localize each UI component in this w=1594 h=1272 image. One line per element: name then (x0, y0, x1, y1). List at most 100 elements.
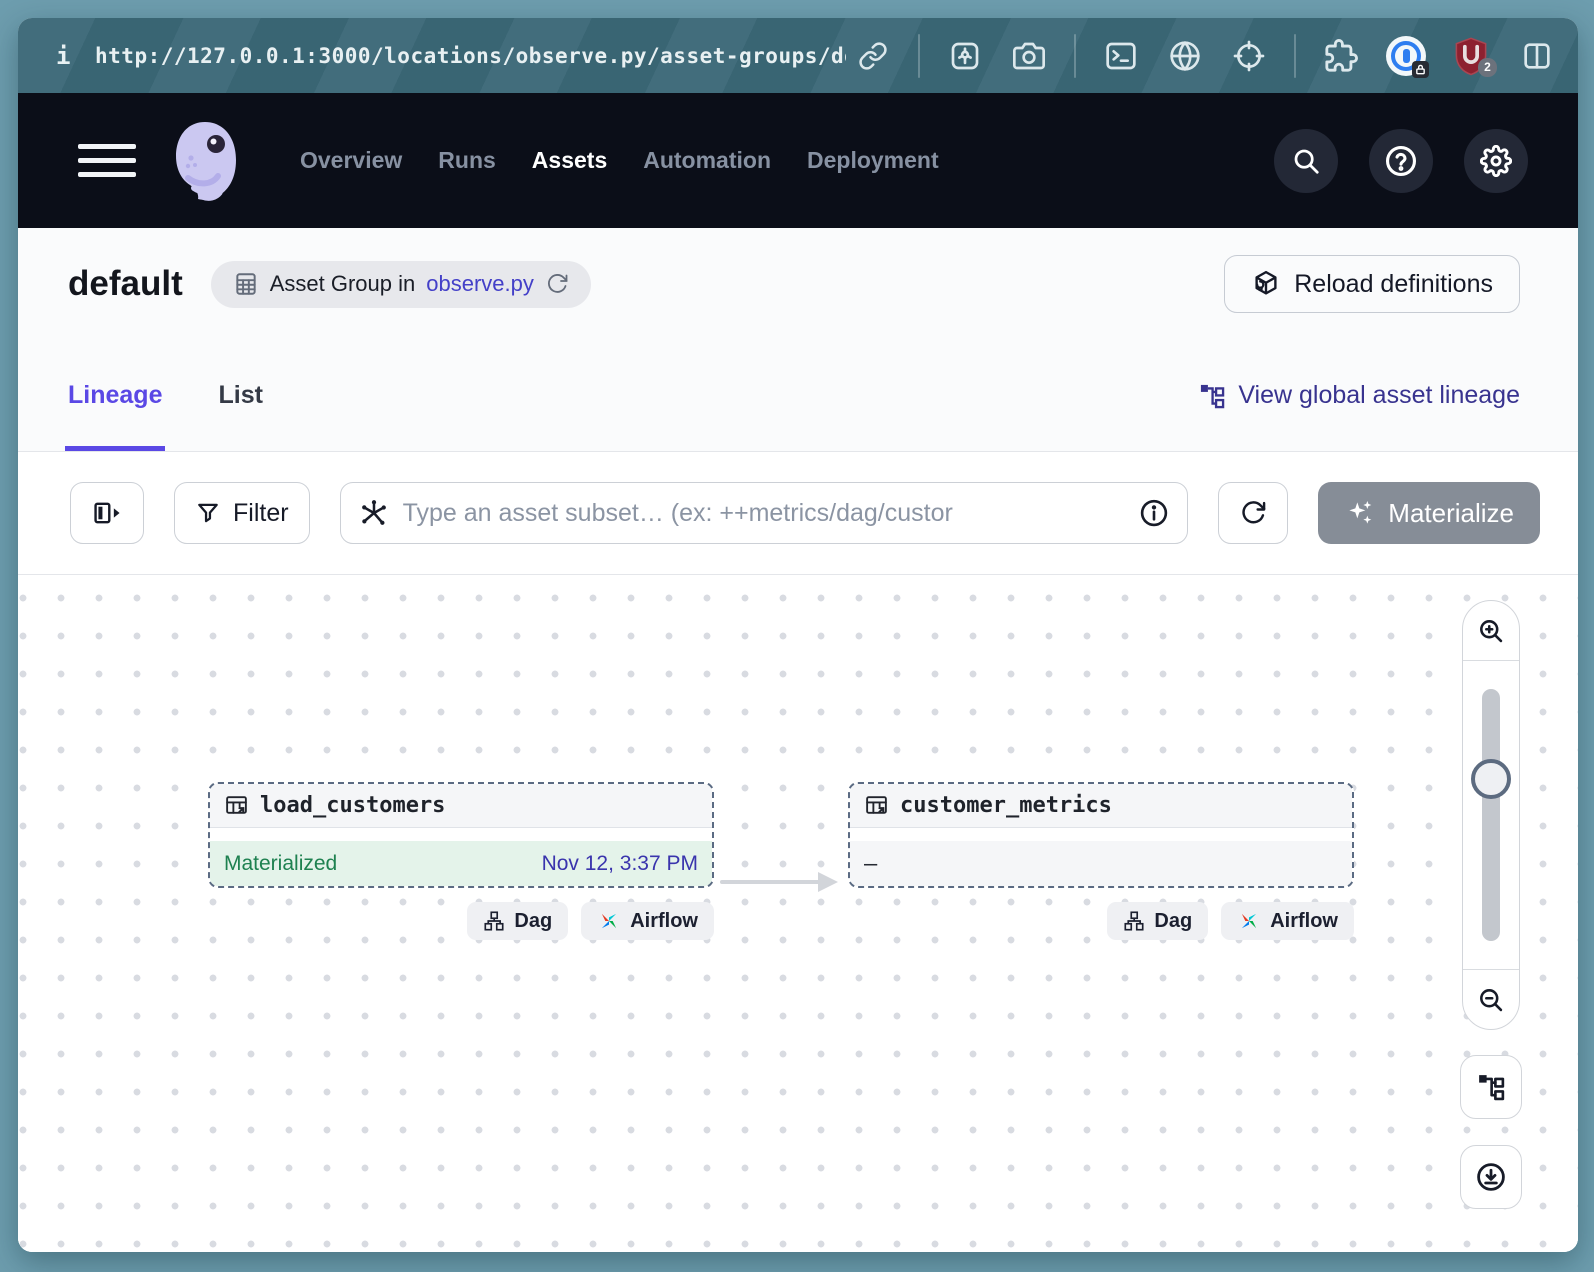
asset-name: customer_metrics (900, 793, 1112, 818)
nav-item-runs[interactable]: Runs (438, 147, 496, 174)
help-button[interactable] (1369, 129, 1433, 193)
view-global-lineage-label: View global asset lineage (1238, 381, 1520, 410)
dagster-logo[interactable] (164, 118, 246, 204)
tag-dag[interactable]: Dag (1107, 902, 1208, 940)
reload-definitions-button[interactable]: Reload definitions (1224, 255, 1520, 313)
search-button[interactable] (1274, 129, 1338, 193)
asset-node-header: customer_metrics (850, 784, 1352, 828)
asset-tags-customer-metrics: Dag Airflow (848, 902, 1354, 940)
sparkles-icon (1344, 497, 1376, 529)
hamburger-icon[interactable] (78, 144, 136, 177)
info-circle-icon[interactable] (1139, 498, 1169, 528)
tag-airflow[interactable]: Airflow (1221, 902, 1354, 940)
zoom-out-button[interactable] (1463, 969, 1519, 1029)
camera-icon[interactable] (1010, 37, 1048, 75)
zoom-slider-knob[interactable] (1471, 759, 1511, 799)
status-timestamp[interactable]: Nov 12, 3:37 PM (542, 852, 698, 876)
filter-button[interactable]: Filter (174, 482, 310, 544)
materialize-label: Materialize (1388, 498, 1514, 529)
tag-airflow-label: Airflow (1270, 910, 1338, 933)
fit-graph-button[interactable] (1460, 1055, 1522, 1119)
tag-dag-label: Dag (1154, 910, 1192, 933)
lock-badge-icon (1412, 61, 1429, 78)
materialize-button[interactable]: Materialize (1318, 482, 1540, 544)
toolbar-divider (1074, 34, 1076, 78)
asset-node-body (210, 828, 712, 841)
asset-group-icon (233, 271, 259, 297)
link-icon[interactable] (854, 37, 892, 75)
lineage-canvas[interactable]: load_customers Materialized Nov 12, 3:37… (18, 575, 1578, 1252)
asset-group-badge: Asset Group in observe.py (211, 261, 591, 308)
asset-subset-search (340, 482, 1189, 544)
download-icon (1475, 1161, 1507, 1193)
asset-table-icon (864, 793, 889, 818)
page-title: default (68, 264, 183, 304)
asset-node-load-customers[interactable]: load_customers Materialized Nov 12, 3:37… (208, 782, 714, 888)
split-view-icon[interactable] (1518, 37, 1556, 75)
lineage-icon (1476, 1072, 1506, 1102)
info-icon[interactable]: i (56, 42, 95, 70)
asset-node-header: load_customers (210, 784, 712, 828)
asset-node-customer-metrics[interactable]: customer_metrics – (848, 782, 1354, 888)
download-button[interactable] (1460, 1145, 1522, 1209)
lineage-icon (1198, 382, 1226, 410)
zoom-out-icon (1477, 986, 1505, 1014)
shield-badge-count: 2 (1478, 58, 1497, 77)
asset-graph-icon (359, 498, 389, 528)
puzzle-icon[interactable] (1322, 37, 1360, 75)
tabs-row: Lineage List View global asset lineage (18, 340, 1578, 452)
zoom-panel (1462, 600, 1520, 1030)
refresh-graph-button[interactable] (1218, 482, 1288, 544)
expand-panel-button[interactable] (70, 482, 144, 544)
shield-icon[interactable]: 2 (1452, 36, 1492, 76)
nav-item-overview[interactable]: Overview (300, 147, 402, 174)
nav-item-assets[interactable]: Assets (532, 147, 607, 174)
nav-items: Overview Runs Assets Automation Deployme… (300, 147, 939, 174)
password-manager-icon[interactable] (1386, 36, 1426, 76)
page-header: default Asset Group in observe.py Reload… (18, 228, 1578, 340)
toolbar-divider (1294, 34, 1296, 78)
asset-group-file-link[interactable]: observe.py (426, 271, 534, 297)
view-global-lineage-link[interactable]: View global asset lineage (1198, 381, 1520, 410)
extension-flower-icon[interactable] (946, 37, 984, 75)
tag-airflow[interactable]: Airflow (581, 902, 714, 940)
crosshair-icon[interactable] (1230, 37, 1268, 75)
toolbar-divider (918, 34, 920, 78)
filter-label: Filter (233, 499, 289, 528)
tab-lineage[interactable]: Lineage (68, 340, 162, 451)
asset-status-row: Materialized Nov 12, 3:37 PM (210, 841, 712, 887)
tag-airflow-label: Airflow (630, 910, 698, 933)
airflow-icon (597, 909, 621, 933)
refresh-icon (1239, 499, 1267, 527)
asset-table-icon (224, 793, 249, 818)
terminal-icon[interactable] (1102, 37, 1140, 75)
app-navbar: Overview Runs Assets Automation Deployme… (18, 93, 1578, 228)
asset-name: load_customers (260, 793, 445, 818)
zoom-in-icon (1477, 617, 1505, 645)
globe-icon[interactable] (1166, 37, 1204, 75)
dag-icon (483, 910, 505, 932)
gear-icon (1480, 145, 1512, 177)
filter-funnel-icon (195, 500, 221, 526)
browser-toolbar: i http://127.0.0.1:3000/locations/observ… (18, 18, 1578, 93)
tab-list[interactable]: List (218, 340, 262, 451)
search-input[interactable] (403, 499, 1126, 528)
settings-button[interactable] (1464, 129, 1528, 193)
zoom-slider[interactable] (1463, 661, 1519, 969)
asset-status-row: – (850, 841, 1352, 887)
url-text[interactable]: http://127.0.0.1:3000/locations/observe.… (95, 44, 846, 68)
zoom-in-button[interactable] (1463, 601, 1519, 661)
dag-icon (1123, 910, 1145, 932)
status-materialized: Materialized (224, 852, 337, 876)
nav-item-deployment[interactable]: Deployment (807, 147, 939, 174)
nav-item-automation[interactable]: Automation (643, 147, 771, 174)
reload-definitions-label: Reload definitions (1294, 270, 1493, 299)
airflow-icon (1237, 909, 1261, 933)
search-icon (1291, 146, 1321, 176)
password-slot (1403, 49, 1410, 63)
asset-node-body (850, 828, 1352, 841)
tag-dag[interactable]: Dag (467, 902, 568, 940)
zoom-slider-track[interactable] (1482, 689, 1500, 941)
refresh-small-icon[interactable] (545, 272, 569, 296)
asset-tags-load-customers: Dag Airflow (208, 902, 714, 940)
